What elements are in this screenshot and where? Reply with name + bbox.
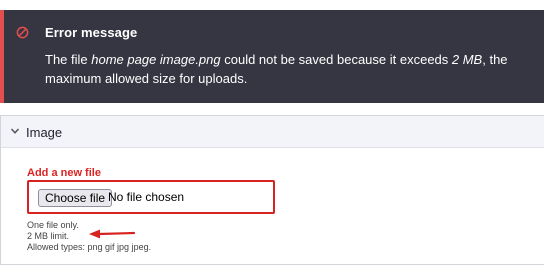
help-allowed-types: Allowed types: png gif jpg jpeg. — [27, 242, 152, 252]
image-details-label: Image — [26, 125, 63, 140]
help-size-limit: 2 MB limit. — [27, 231, 70, 241]
error-filename: home page image.png — [91, 52, 221, 67]
error-title: Error message — [45, 25, 138, 40]
add-file-label: Add a new file — [27, 167, 101, 179]
error-text-prefix: The file — [45, 52, 92, 67]
chevron-down-icon — [10, 128, 20, 134]
image-details-summary[interactable]: Image — [1, 116, 544, 148]
file-upload-field[interactable]: Choose file No file chosen — [27, 180, 275, 214]
error-limit: 2 MB — [451, 52, 483, 67]
error-message-box: Error message The file home page image.p… — [0, 10, 544, 103]
error-text: The file home page image.png could not b… — [45, 50, 525, 88]
image-details: Image Add a new file Choose file No file… — [0, 115, 544, 265]
error-text-middle: could not be saved because it exceeds — [220, 52, 452, 67]
help-file-count: One file only. — [27, 220, 79, 230]
error-icon — [16, 26, 29, 39]
file-status-text: No file chosen — [108, 190, 185, 204]
choose-file-button[interactable]: Choose file — [38, 189, 113, 207]
annotation-arrow-icon — [89, 229, 136, 239]
